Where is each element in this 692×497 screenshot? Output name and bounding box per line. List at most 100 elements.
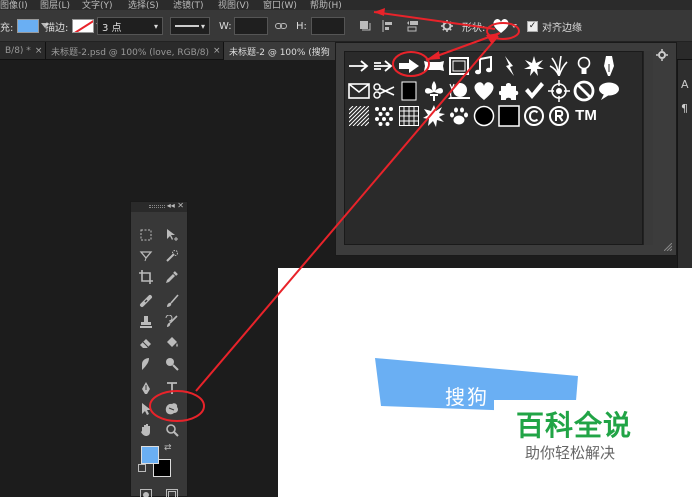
tab-document-1[interactable]: B/8) * × bbox=[0, 42, 46, 60]
lasso-tool-icon[interactable] bbox=[134, 245, 158, 266]
stroke-label: 描边: bbox=[45, 22, 69, 34]
clone-stamp-tool-icon[interactable] bbox=[134, 311, 158, 332]
shape-picker-button[interactable] bbox=[492, 10, 518, 42]
tab-label: 未标题-2 @ 100% (搜狗 bbox=[229, 47, 330, 58]
menu-image[interactable]: 图像(I) bbox=[0, 0, 28, 10]
heart-icon bbox=[493, 18, 509, 33]
crop-tool-icon[interactable] bbox=[134, 266, 158, 287]
envelope-icon[interactable] bbox=[346, 78, 371, 103]
lightning-icon[interactable] bbox=[496, 53, 521, 78]
starburst-icon[interactable] bbox=[521, 53, 546, 78]
grid-pattern-icon[interactable] bbox=[396, 103, 421, 128]
pen-icon[interactable] bbox=[596, 53, 621, 78]
scissors-icon[interactable] bbox=[371, 78, 396, 103]
move-tool-icon[interactable] bbox=[160, 224, 184, 245]
link-icon[interactable] bbox=[275, 10, 287, 42]
shape-text: 搜狗 bbox=[445, 385, 489, 409]
tools-panel-header[interactable]: ◂◂ ✕ bbox=[131, 201, 187, 212]
tab-document-2[interactable]: 未标题-2.psd @ 100% (love, RGB/8) × bbox=[46, 42, 224, 60]
menu-view[interactable]: 视图(V) bbox=[218, 0, 249, 10]
grip-icon[interactable] bbox=[149, 205, 165, 208]
lightbulb-icon[interactable] bbox=[571, 53, 596, 78]
eraser-tool-icon[interactable] bbox=[134, 332, 158, 353]
close-icon[interactable]: × bbox=[213, 46, 221, 56]
width-field[interactable] bbox=[234, 10, 268, 42]
grass-icon[interactable] bbox=[546, 53, 571, 78]
menu-window[interactable]: 窗口(W) bbox=[263, 0, 297, 10]
foreground-color-swatch[interactable] bbox=[141, 446, 159, 464]
no-sign-icon[interactable] bbox=[571, 78, 596, 103]
watermark: 百科全说 助你轻松解决 bbox=[494, 400, 664, 470]
menu-help[interactable]: 帮助(H) bbox=[310, 0, 342, 10]
default-colors-icon[interactable] bbox=[138, 464, 146, 472]
arrow-thin-icon[interactable] bbox=[346, 53, 371, 78]
gear-icon[interactable] bbox=[656, 49, 674, 63]
speech-bubble-icon[interactable] bbox=[596, 78, 621, 103]
quick-mask-icon[interactable] bbox=[134, 484, 158, 497]
quick-selection-tool-icon[interactable] bbox=[160, 245, 184, 266]
tab-label: 未标题-2.psd @ 100% (love, RGB/8) bbox=[51, 47, 210, 58]
paw-print-icon[interactable] bbox=[446, 103, 471, 128]
menu-type[interactable]: 文字(Y) bbox=[82, 0, 113, 10]
menu-select[interactable]: 选择(S) bbox=[128, 0, 159, 10]
pen-tool-icon[interactable] bbox=[134, 377, 158, 398]
music-note-icon[interactable] bbox=[471, 53, 496, 78]
dots-pattern-icon[interactable] bbox=[371, 103, 396, 128]
menu-filter[interactable]: 滤镜(T) bbox=[173, 0, 204, 10]
eyedropper-tool-icon[interactable] bbox=[160, 266, 184, 287]
marquee-tool-icon[interactable] bbox=[134, 224, 158, 245]
brush-tool-icon[interactable] bbox=[160, 290, 184, 311]
fill-color-swatch[interactable] bbox=[17, 10, 39, 42]
frame-icon[interactable] bbox=[446, 53, 471, 78]
arrow-hollow-icon[interactable] bbox=[371, 53, 396, 78]
path-arrangement-icon[interactable] bbox=[406, 10, 420, 42]
registered-icon[interactable] bbox=[546, 103, 571, 128]
document-canvas[interactable]: 搜狗 百科全说 助你轻松解决 bbox=[278, 268, 692, 497]
gear-icon[interactable] bbox=[441, 10, 453, 42]
zoom-tool-icon[interactable] bbox=[160, 419, 184, 440]
type-tool-icon[interactable] bbox=[160, 377, 184, 398]
healing-brush-tool-icon[interactable] bbox=[134, 290, 158, 311]
stroke-color-swatch[interactable] bbox=[72, 10, 94, 42]
stroke-width-field[interactable]: 3 点 ▾ bbox=[97, 10, 163, 42]
swap-colors-icon[interactable]: ⇄ bbox=[164, 443, 172, 453]
path-operations-icon[interactable] bbox=[359, 10, 371, 42]
align-edges-checkbox[interactable]: ✓ 对齐边缘 bbox=[527, 10, 582, 42]
paint-bucket-tool-icon[interactable] bbox=[160, 332, 184, 353]
square-icon[interactable] bbox=[496, 103, 521, 128]
menu-layer[interactable]: 图层(L) bbox=[40, 0, 70, 10]
height-field[interactable] bbox=[311, 10, 345, 42]
hatch-pattern-icon[interactable] bbox=[346, 103, 371, 128]
blur-tool-icon[interactable] bbox=[134, 353, 158, 374]
history-brush-tool-icon[interactable] bbox=[160, 311, 184, 332]
puzzle-icon[interactable] bbox=[496, 78, 521, 103]
resize-handle-icon[interactable] bbox=[663, 242, 674, 253]
tools-panel: ◂◂ ✕ ⇄ bbox=[130, 201, 188, 497]
path-selection-tool-icon[interactable] bbox=[134, 398, 158, 419]
close-icon[interactable]: × bbox=[35, 46, 43, 56]
hand-tool-icon[interactable] bbox=[134, 419, 158, 440]
checkmark-icon[interactable] bbox=[521, 78, 546, 103]
character-panel-icon[interactable]: A bbox=[681, 78, 689, 91]
fleur-de-lis-icon[interactable] bbox=[421, 78, 446, 103]
dodge-tool-icon[interactable] bbox=[160, 353, 184, 374]
paragraph-panel-icon[interactable]: ¶ bbox=[681, 102, 688, 115]
screen-mode-icon[interactable] bbox=[160, 484, 184, 497]
stroke-width-value: 3 点 bbox=[102, 22, 122, 34]
target-icon[interactable] bbox=[546, 78, 571, 103]
rectangle-icon[interactable] bbox=[396, 78, 421, 103]
custom-shape-tool-icon[interactable] bbox=[160, 398, 184, 419]
trademark-icon[interactable]: TM bbox=[571, 103, 601, 128]
tab-document-3[interactable]: 未标题-2 @ 100% (搜狗× bbox=[224, 42, 336, 60]
arrow-bold-icon[interactable] bbox=[396, 53, 421, 78]
panel-collapse-close[interactable]: ◂◂ ✕ bbox=[167, 201, 184, 210]
copyright-icon[interactable] bbox=[521, 103, 546, 128]
snail-icon[interactable] bbox=[446, 78, 471, 103]
circle-icon[interactable] bbox=[471, 103, 496, 128]
shape-picker-scrollbar[interactable] bbox=[643, 51, 653, 245]
burst-icon[interactable] bbox=[421, 103, 446, 128]
heart-icon[interactable] bbox=[471, 78, 496, 103]
stroke-type-dropdown[interactable]: ▾ bbox=[170, 10, 210, 42]
path-alignment-icon[interactable] bbox=[382, 10, 394, 42]
banner-icon[interactable] bbox=[421, 53, 446, 78]
